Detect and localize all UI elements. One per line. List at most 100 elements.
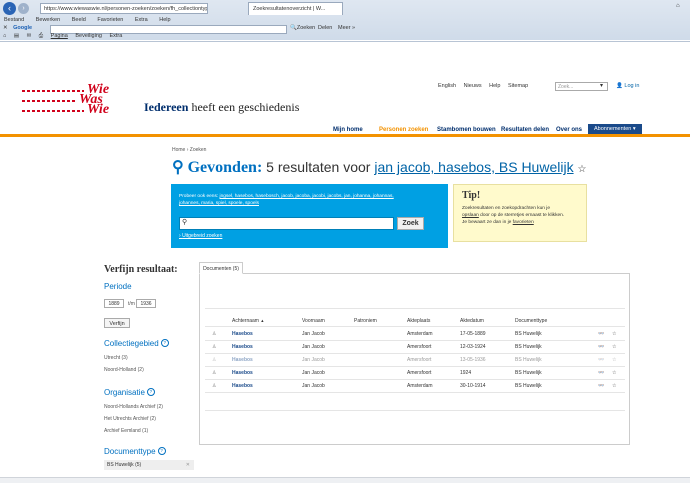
chevron-down-icon[interactable]: ▾: [600, 82, 603, 89]
organisatie-heading: Organisatie?: [104, 388, 155, 397]
periode-heading: Periode: [104, 282, 132, 291]
favorites-icon[interactable]: ⌂: [3, 33, 6, 39]
cell-type: BS Huwelijk: [515, 344, 542, 350]
google-logo: Google: [13, 25, 33, 31]
view-icon[interactable]: 👓: [598, 357, 604, 363]
menu-bewerken[interactable]: Bewerken: [36, 17, 60, 23]
menu-favorieten[interactable]: Favorieten: [97, 17, 123, 23]
nav-resultaten-delen[interactable]: Resultaten delen: [501, 127, 549, 133]
cell-type: BS Huwelijk: [515, 357, 542, 363]
search-input[interactable]: ⚲: [179, 217, 394, 230]
year-to-input[interactable]: 1936: [136, 299, 156, 308]
browser-tab[interactable]: Zoekresultatenoverzicht | W...: [248, 2, 343, 15]
nav-personen-zoeken[interactable]: Personen zoeken: [379, 127, 428, 133]
tab-documenten[interactable]: Documenten (5): [199, 262, 243, 274]
menu-beeld[interactable]: Beeld: [72, 17, 86, 23]
opslaan-link[interactable]: opslaan: [462, 213, 479, 218]
person-icon: ♙: [212, 331, 217, 337]
row-divider: [205, 340, 625, 341]
search-panel: Probeer ook eens: jngsel, hasebos, haseb…: [171, 184, 448, 248]
star-icon[interactable]: ☆: [612, 370, 616, 376]
cell-achternaam: Hasebos: [232, 344, 253, 350]
help-icon[interactable]: ?: [157, 447, 166, 455]
cell-datum: 13-05-1936: [460, 357, 486, 363]
star-icon[interactable]: ☆: [612, 357, 616, 363]
filter-hua[interactable]: Het Utrechts Archief (2): [104, 416, 156, 422]
cell-datum: 17-05-1889: [460, 331, 486, 337]
login-link[interactable]: 👤 Log in: [616, 83, 639, 89]
cell-achternaam: Hasebos: [232, 331, 253, 337]
help-icon[interactable]: ?: [160, 339, 169, 347]
row-divider: [205, 379, 625, 380]
google-delen-button[interactable]: Delen: [318, 25, 332, 31]
search-suggestions: Probeer ook eens: jngsel, hasebos, haseb…: [179, 194, 394, 206]
row-divider: [205, 366, 625, 367]
extra-menu[interactable]: Extra: [109, 33, 122, 39]
menu-bestand[interactable]: Bestand: [4, 17, 24, 23]
cell-plaats: Amersfoort: [407, 344, 432, 350]
beveiliging-menu[interactable]: Beveiliging: [75, 33, 102, 39]
favorieten-link[interactable]: favorieten: [513, 220, 534, 225]
menu-help[interactable]: Help: [159, 17, 170, 23]
filter-eemland[interactable]: Archief Eemland (1): [104, 428, 148, 434]
cell-achternaam: Hasebos: [232, 383, 253, 389]
filter-nha[interactable]: Noord-Hollands Archief (2): [104, 404, 163, 410]
tip-box: Tip! Zoekresultaten en zoekopdrachten ku…: [453, 184, 587, 242]
link-english[interactable]: English: [438, 83, 456, 89]
col-akteplaats[interactable]: Akteplaats: [407, 318, 430, 324]
query-link[interactable]: jan jacob, hasebos, BS Huwelijk: [374, 159, 573, 175]
year-from-input[interactable]: 1889: [104, 299, 124, 308]
star-icon[interactable]: ☆: [612, 344, 616, 350]
view-icon[interactable]: 👓: [598, 344, 604, 350]
link-help[interactable]: Help: [489, 83, 500, 89]
search-icon: 🔍: [290, 25, 297, 31]
star-icon[interactable]: ☆: [612, 383, 616, 389]
back-button[interactable]: ‹: [3, 2, 16, 15]
star-icon[interactable]: ☆: [612, 331, 616, 337]
cell-datum: 12-03-1924: [460, 344, 486, 350]
close-icon[interactable]: ✕: [3, 25, 8, 31]
col-achternaam[interactable]: Achternaam ▲: [232, 318, 264, 324]
mail-icon[interactable]: ✉: [27, 33, 32, 39]
help-icon[interactable]: ?: [146, 388, 155, 396]
advanced-search-link[interactable]: › Uitgebreid zoeken: [179, 233, 222, 239]
selected-filter-chip: BS Huwelijk (5) ✕: [104, 460, 194, 470]
col-voornaam[interactable]: Voornaam: [302, 318, 325, 324]
col-aktedatum[interactable]: Aktedatum: [460, 318, 484, 324]
top-links: English Nieuws Help Sitemap: [438, 83, 534, 89]
pagina-menu[interactable]: Pagina: [51, 33, 68, 39]
close-icon[interactable]: ✕: [186, 460, 190, 470]
person-icon: ♙: [212, 357, 217, 363]
cell-datum: 30-10-1914: [460, 383, 486, 389]
star-icon[interactable]: ☆: [577, 164, 586, 175]
nav-stambomen-bouwen[interactable]: Stambomen bouwen: [437, 127, 496, 133]
zoek-button[interactable]: Zoek: [397, 217, 424, 230]
col-documenttype[interactable]: Documenttype: [515, 318, 547, 324]
page-title: ⚲ Gevonden: 5 resultaten voor jan jacob,…: [172, 159, 587, 176]
home-icon[interactable]: ⌂: [676, 3, 680, 9]
verfijn-button[interactable]: Verfijn: [104, 318, 130, 328]
address-bar[interactable]: https://www.wiewaswie.nl/personen-zoeken…: [40, 3, 208, 14]
print-icon[interactable]: ⎙: [39, 33, 43, 39]
nav-mijn-home[interactable]: Mijn home: [333, 127, 363, 133]
cell-voornaam: Jan Jacob: [302, 331, 325, 337]
link-sitemap[interactable]: Sitemap: [508, 83, 528, 89]
menu-extra[interactable]: Extra: [135, 17, 148, 23]
feed-icon[interactable]: ▤: [14, 33, 19, 39]
google-zoeken-button[interactable]: 🔍Zoeken: [290, 25, 315, 31]
site-logo[interactable]: Wie Was Wie: [22, 83, 132, 118]
row-divider: [205, 392, 625, 393]
forward-button[interactable]: ›: [18, 3, 29, 14]
cell-plaats: Amsterdam: [407, 331, 433, 337]
filter-noord-holland[interactable]: Noord-Holland (2): [104, 367, 144, 373]
filter-utrecht[interactable]: Utrecht (3): [104, 355, 128, 361]
col-patroniem[interactable]: Patroniem: [354, 318, 377, 324]
view-icon[interactable]: 👓: [598, 370, 604, 376]
view-icon[interactable]: 👓: [598, 331, 604, 337]
abonnementen-button[interactable]: Abonnementen ▾: [588, 124, 642, 134]
nav-over-ons[interactable]: Over ons: [556, 127, 582, 133]
link-nieuws[interactable]: Nieuws: [464, 83, 482, 89]
breadcrumb: Home › Zoeken: [172, 147, 207, 153]
view-icon[interactable]: 👓: [598, 383, 604, 389]
google-meer-button[interactable]: Meer »: [338, 25, 355, 31]
